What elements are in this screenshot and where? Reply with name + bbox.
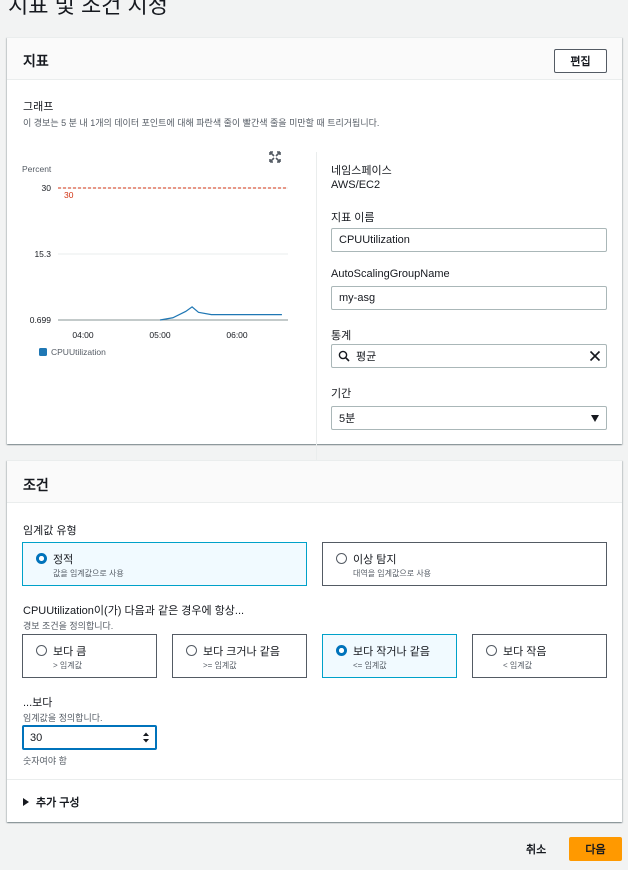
period-value: 5분: [339, 413, 356, 425]
threshold-type-static-desc: 값을 임계값으로 사용: [53, 569, 124, 578]
graph-label: 그래프: [23, 101, 54, 113]
operator-lower-equal-title: 보다 작거나 같음: [353, 646, 430, 658]
x-tick-label: 06:00: [226, 330, 248, 340]
radio-greater[interactable]: [36, 645, 47, 656]
threshold-type-anomaly[interactable]: 이상 탐지 대역을 임계값으로 사용: [322, 542, 607, 586]
next-button[interactable]: 다음: [569, 837, 622, 861]
operator-greater-equal[interactable]: 보다 크거나 같음 >= 임계값: [172, 634, 307, 678]
threshold-label: 30: [64, 190, 74, 200]
metric-name-value: CPUUtilization: [339, 234, 410, 246]
statistic-value: 평균: [356, 351, 377, 363]
metric-name-label: 지표 이름: [331, 212, 375, 224]
statistic-label: 통계: [331, 330, 352, 342]
whenever-label: CPUUtilization이(가) 다음과 같은 경우에 항상...: [23, 605, 245, 617]
panel-divider: [316, 152, 317, 472]
than-desc: 임계값을 정의합니다.: [23, 713, 103, 723]
threshold-value: 30: [30, 731, 43, 744]
metric-chart: Percent 30 15.3 0.699 04:00 05:00 06:00 30 C…: [22, 164, 288, 357]
radio-anomaly[interactable]: [336, 553, 347, 564]
additional-config-toggle[interactable]: 추가 구성: [23, 794, 80, 810]
conditions-header: 조건: [7, 461, 622, 503]
operator-greater-title: 보다 큼: [53, 646, 87, 658]
y-tick-label: 0.699: [30, 315, 52, 325]
metric-name-field[interactable]: CPUUtilization: [331, 228, 607, 252]
additional-config-label: 추가 구성: [36, 797, 80, 809]
edit-button[interactable]: 편집: [554, 49, 607, 73]
caret-down-icon: [591, 415, 599, 422]
statistic-field[interactable]: 평균: [331, 344, 607, 368]
graph-description: 이 경보는 5 분 내 1개의 데이터 포인트에 대해 파란색 줄이 빨간색 줄…: [23, 118, 380, 128]
x-tick-label: 04:00: [72, 330, 94, 340]
conditions-title: 조건: [23, 477, 49, 493]
operator-lower-title: 보다 작음: [503, 646, 547, 658]
grid-lines: [58, 187, 288, 321]
threshold-type-static-title: 정적: [53, 554, 74, 566]
stepper-icon[interactable]: [143, 731, 149, 744]
y-tick-label: 30: [42, 183, 52, 193]
x-tick-label: 05:00: [149, 330, 171, 340]
cancel-button[interactable]: 취소: [526, 841, 546, 857]
operator-greater[interactable]: 보다 큼 > 임계값: [22, 634, 157, 678]
period-label: 기간: [331, 388, 352, 400]
threshold-type-label: 임계값 유형: [23, 525, 77, 537]
y-ticks: 30 15.3 0.699: [30, 183, 52, 325]
whenever-desc: 경보 조건을 정의합니다.: [23, 621, 114, 631]
threshold-type-anomaly-title: 이상 탐지: [353, 554, 397, 566]
series-line-cpuutilization: [159, 306, 282, 321]
additional-config-divider: [7, 779, 622, 780]
legend-label: CPUUtilization: [51, 347, 106, 357]
operator-greater-equal-desc: >= 임계값: [203, 661, 237, 670]
than-label: ...보다: [23, 697, 53, 709]
legend-swatch: [39, 348, 47, 356]
metric-panel: 지표 편집 그래프 이 경보는 5 분 내 1개의 데이터 포인트에 대해 파란…: [7, 37, 622, 472]
conditions-panel: 조건 임계값 유형 정적 값을 임계값으로 사용 이상 탐지 대역을 임계값으로…: [7, 460, 622, 822]
asg-value: my-asg: [339, 292, 376, 304]
operator-lower-equal-desc: <= 임계값: [353, 661, 387, 670]
operator-greater-equal-title: 보다 크거나 같음: [203, 646, 280, 658]
operator-greater-desc: > 임계값: [53, 661, 82, 670]
namespace-value: AWS/EC2: [331, 179, 381, 191]
y-axis-label: Percent: [22, 164, 52, 174]
radio-static[interactable]: [36, 553, 47, 564]
clear-icon[interactable]: [589, 350, 601, 362]
asg-field[interactable]: my-asg: [331, 286, 607, 310]
metric-panel-title: 지표: [23, 53, 49, 69]
threshold-type-static[interactable]: 정적 값을 임계값으로 사용: [22, 542, 307, 586]
operator-lower[interactable]: 보다 작음 < 임계값: [472, 634, 607, 678]
threshold-type-anomaly-desc: 대역을 임계값으로 사용: [353, 569, 432, 578]
asg-label: AutoScalingGroupName: [331, 268, 450, 280]
namespace-label: 네임스페이스: [331, 165, 392, 177]
period-select[interactable]: 5분: [331, 406, 607, 430]
threshold-hint: 숫자여야 함: [23, 756, 67, 766]
caret-right-icon: [23, 798, 29, 806]
radio-lower-equal[interactable]: [336, 645, 347, 656]
x-ticks: 04:00 05:00 06:00: [72, 330, 248, 340]
metric-panel-header: 지표 편집: [7, 38, 622, 80]
y-tick-label: 15.3: [34, 249, 51, 259]
radio-lower[interactable]: [486, 645, 497, 656]
threshold-value-input[interactable]: 30: [22, 725, 157, 750]
radio-greater-equal[interactable]: [186, 645, 197, 656]
operator-lower-equal[interactable]: 보다 작거나 같음 <= 임계값: [322, 634, 457, 678]
page-title: 지표 및 조건 지정: [8, 0, 169, 18]
operator-lower-desc: < 임계값: [503, 661, 532, 670]
search-icon: [338, 350, 350, 362]
